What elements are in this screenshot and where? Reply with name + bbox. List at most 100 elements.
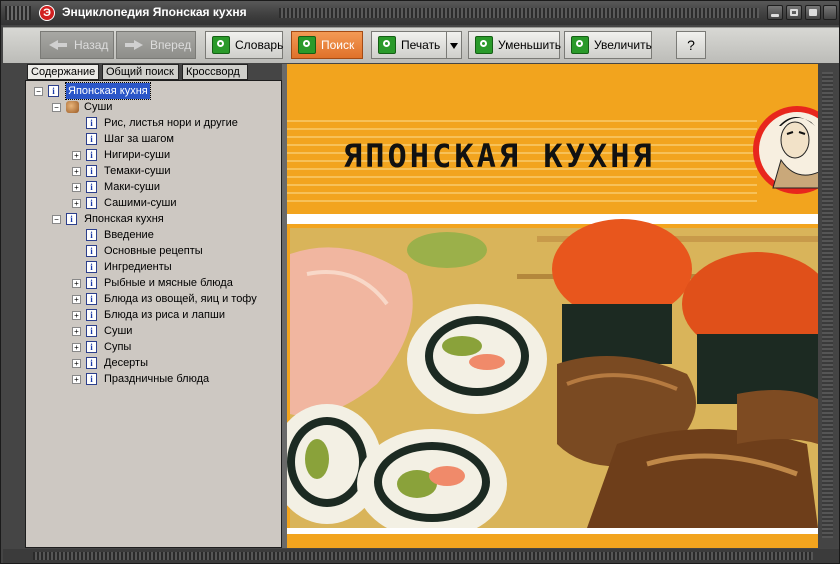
maximize-button[interactable]: [786, 5, 802, 20]
zoom-in-green-icon: [571, 36, 589, 54]
expand-icon[interactable]: +: [72, 359, 81, 368]
content-view: ЯПОНСКАЯ КУХНЯ: [287, 64, 818, 548]
help-label: ?: [687, 37, 695, 53]
back-button[interactable]: Назад: [40, 31, 114, 59]
tree-item-label: Суши: [84, 101, 113, 113]
search-button[interactable]: Поиск: [291, 31, 363, 59]
tree-item-label: Рыбные и мясные блюда: [104, 277, 233, 289]
info-page-icon: i: [86, 341, 97, 353]
zoom-in-label: Увеличить: [594, 38, 652, 52]
dictionary-button[interactable]: Словарь: [205, 31, 283, 59]
expand-icon[interactable]: +: [72, 295, 81, 304]
info-page-icon: i: [86, 117, 97, 129]
tree-item[interactable]: + i Темаки-суши: [26, 163, 281, 179]
tree-item[interactable]: i Введение: [26, 227, 281, 243]
tree-item[interactable]: i Шаг за шагом: [26, 131, 281, 147]
tree-item-label: Основные рецепты: [104, 245, 203, 257]
info-page-icon: i: [86, 245, 97, 257]
info-page-icon: i: [86, 229, 97, 241]
print-dropdown-button[interactable]: [446, 31, 462, 59]
sushi-folder-icon: [66, 101, 79, 113]
print-label: Печать: [401, 38, 441, 52]
title-bar-texture: [279, 8, 759, 18]
tree-item-label: Десерты: [104, 357, 149, 369]
expand-icon[interactable]: +: [72, 311, 81, 320]
tree-item-label: Маки-суши: [104, 181, 160, 193]
title-grip: [5, 6, 31, 20]
zoom-in-button[interactable]: Увеличить: [564, 31, 652, 59]
info-page-icon: i: [86, 149, 97, 161]
window-menu-button[interactable]: [823, 5, 837, 20]
app-logo-icon[interactable]: Э: [39, 5, 55, 21]
expand-icon[interactable]: +: [72, 167, 81, 176]
tree-item[interactable]: + i Суши: [26, 323, 281, 339]
collapse-icon[interactable]: −: [52, 103, 61, 112]
minimize-button[interactable]: [767, 5, 783, 20]
app-window: Э Энциклопедия Японская кухня Назад Впер…: [0, 0, 840, 564]
tab-contents[interactable]: Содержание: [27, 64, 99, 80]
close-button[interactable]: [805, 5, 821, 20]
tree-item[interactable]: i Основные рецепты: [26, 243, 281, 259]
expand-icon[interactable]: +: [72, 375, 81, 384]
tree-item-label: Ингредиенты: [104, 261, 172, 273]
tree-item-label: Нигири-суши: [104, 149, 171, 161]
info-page-icon: i: [86, 181, 97, 193]
tree-item[interactable]: + i Рыбные и мясные блюда: [26, 275, 281, 291]
tree-item[interactable]: + i Десерты: [26, 355, 281, 371]
tree-item[interactable]: + i Блюда из овощей, яиц и тофу: [26, 291, 281, 307]
zoom-out-green-icon: [475, 36, 493, 54]
status-bar: [3, 549, 839, 563]
info-page-icon: i: [86, 357, 97, 369]
expand-icon[interactable]: +: [72, 343, 81, 352]
banner-title: ЯПОНСКАЯ КУХНЯ: [343, 137, 655, 175]
tree-item-label: Сашими-суши: [104, 197, 177, 209]
expand-icon[interactable]: +: [72, 151, 81, 160]
tree-item[interactable]: + i Нигири-суши: [26, 147, 281, 163]
tree-item-label: Блюда из овощей, яиц и тофу: [104, 293, 257, 305]
article-banner-image: ЯПОНСКАЯ КУХНЯ: [287, 64, 818, 548]
content-scrollbar[interactable]: [818, 64, 837, 548]
tree-item[interactable]: − i Японская кухня: [26, 82, 281, 100]
tree-item[interactable]: + i Блюда из риса и лапши: [26, 307, 281, 323]
info-page-icon: i: [86, 277, 97, 289]
expand-icon[interactable]: +: [72, 183, 81, 192]
expand-icon[interactable]: +: [72, 199, 81, 208]
tree-item[interactable]: + i Сашими-суши: [26, 195, 281, 211]
dictionary-label: Словарь: [235, 38, 284, 52]
info-page-icon: i: [86, 197, 97, 209]
magnifier-green-icon: [298, 36, 316, 54]
back-arrow-icon: [47, 36, 69, 54]
tree-item[interactable]: i Ингредиенты: [26, 259, 281, 275]
forward-button[interactable]: Вперед: [116, 31, 196, 59]
sushi-photo: [287, 219, 818, 539]
tab-crossword[interactable]: Кроссворд: [182, 64, 248, 80]
info-page-icon: i: [86, 373, 97, 385]
expand-icon[interactable]: +: [72, 279, 81, 288]
info-page-icon: i: [86, 133, 97, 145]
printer-green-icon: [378, 36, 396, 54]
expand-icon[interactable]: +: [72, 327, 81, 336]
tree-item[interactable]: + i Праздничные блюда: [26, 371, 281, 387]
tree-item[interactable]: − i Японская кухня: [26, 211, 281, 227]
zoom-out-label: Уменьшить: [498, 38, 561, 52]
tree-item[interactable]: − Суши: [26, 99, 281, 115]
help-button[interactable]: ?: [676, 31, 706, 59]
tree-item[interactable]: i Рис, листья нори и другие: [26, 115, 281, 131]
tree-item[interactable]: + i Супы: [26, 339, 281, 355]
tree-item-label: Введение: [104, 229, 154, 241]
tree-item-label: Супы: [104, 341, 132, 353]
back-label: Назад: [74, 38, 109, 52]
forward-arrow-icon: [123, 36, 145, 54]
zoom-out-button[interactable]: Уменьшить: [468, 31, 561, 59]
tree-item-label: Суши: [104, 325, 133, 337]
info-page-icon: i: [86, 293, 97, 305]
toolbar: Назад Вперед Словарь Поиск Печать Уменьш…: [3, 27, 839, 63]
collapse-icon[interactable]: −: [34, 87, 43, 96]
window-title: Энциклопедия Японская кухня: [62, 5, 247, 19]
collapse-icon[interactable]: −: [52, 215, 61, 224]
print-button[interactable]: Печать: [371, 31, 447, 59]
tree-item[interactable]: + i Маки-суши: [26, 179, 281, 195]
info-page-icon: i: [86, 325, 97, 337]
tab-general-search[interactable]: Общий поиск: [102, 64, 179, 80]
title-bar[interactable]: Э Энциклопедия Японская кухня: [1, 1, 839, 25]
